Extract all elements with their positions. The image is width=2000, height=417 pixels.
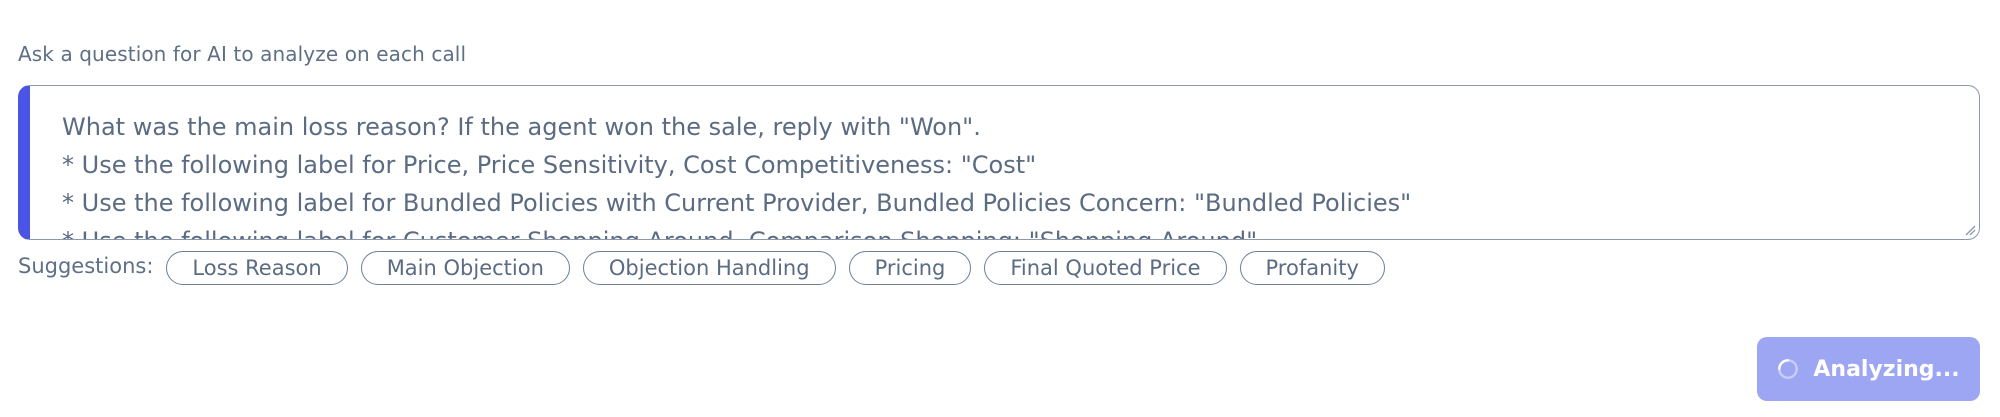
question-label: Ask a question for AI to analyze on each… [18, 42, 467, 66]
suggestion-chip-loss-reason[interactable]: Loss Reason [166, 251, 348, 285]
spinner-icon [1778, 359, 1799, 379]
suggestion-chip-objection-handling[interactable]: Objection Handling [582, 251, 836, 285]
question-textarea[interactable]: What was the main loss reason? If the ag… [18, 85, 1980, 240]
question-panel: Ask a question for AI to analyze on each… [0, 0, 2000, 417]
suggestion-chip-main-objection[interactable]: Main Objection [360, 251, 570, 285]
suggestion-chip-profanity[interactable]: Profanity [1239, 251, 1385, 285]
suggestions-label: Suggestions: [18, 254, 154, 278]
question-text[interactable]: What was the main loss reason? If the ag… [62, 108, 1959, 239]
suggestion-chip-pricing[interactable]: Pricing [848, 251, 972, 285]
suggestions-row: Suggestions: Loss Reason Main Objection … [18, 250, 1398, 286]
analyze-button[interactable]: Analyzing... [1757, 337, 1980, 401]
suggestion-chip-final-quoted-price[interactable]: Final Quoted Price [984, 251, 1227, 285]
analyze-button-label: Analyzing... [1813, 356, 1960, 382]
resize-handle-icon[interactable] [1964, 224, 1976, 236]
